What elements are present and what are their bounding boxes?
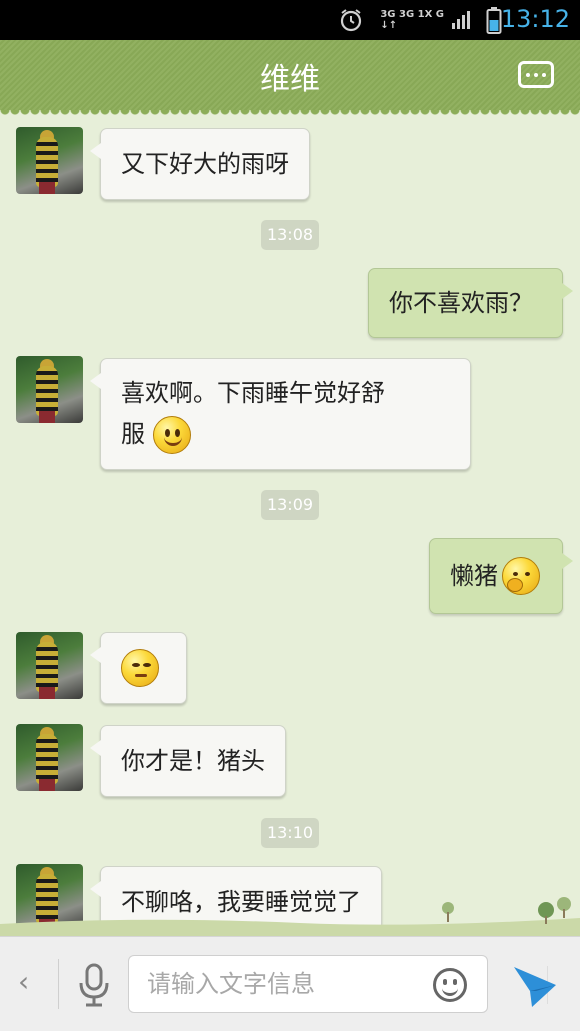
input-bar: ‹ bbox=[0, 936, 580, 1031]
clock: 13:12 bbox=[500, 5, 570, 33]
chat-header: 维维 bbox=[0, 40, 580, 116]
timestamp: 13:09 bbox=[261, 490, 319, 520]
yawn-emoji-icon bbox=[502, 557, 540, 595]
signal-strength-icon bbox=[452, 11, 470, 29]
smirk-emoji-icon bbox=[121, 649, 159, 687]
message-bubble-outgoing[interactable]: 你不喜欢雨？ bbox=[368, 268, 573, 338]
contact-avatar[interactable] bbox=[16, 356, 83, 423]
background-landscape bbox=[0, 897, 580, 936]
contact-avatar[interactable] bbox=[16, 127, 83, 194]
chevron-left-icon[interactable]: ‹ bbox=[18, 965, 29, 998]
battery-icon bbox=[486, 7, 502, 34]
status-icons: 3G 3G 1X G ↓↑ bbox=[338, 6, 502, 34]
smiley-icon[interactable] bbox=[433, 968, 467, 1002]
message-bubble-incoming[interactable]: 喜欢啊。下雨睡午觉好舒 服 bbox=[90, 358, 471, 470]
message-bubble-outgoing[interactable]: 懒猪 bbox=[429, 538, 573, 614]
message-bubble-incoming[interactable]: 你才是！猪头 bbox=[90, 725, 286, 797]
divider bbox=[58, 959, 59, 1009]
contact-name: 维维 bbox=[260, 62, 320, 97]
message-text: 你不喜欢雨？ bbox=[389, 288, 533, 317]
message-text-line1: 喜欢啊。下雨睡午觉好舒 bbox=[121, 379, 385, 408]
message-text: 懒猪 bbox=[450, 561, 498, 590]
network-type-indicator: 3G 3G 1X G ↓↑ bbox=[380, 9, 444, 31]
more-dots-icon[interactable] bbox=[518, 61, 554, 88]
message-bubble-incoming[interactable] bbox=[90, 632, 187, 704]
contact-avatar[interactable] bbox=[16, 632, 83, 699]
smile-emoji-icon bbox=[152, 416, 191, 454]
send-plane-icon[interactable] bbox=[510, 961, 560, 1011]
message-input-container bbox=[128, 955, 548, 1013]
message-text: 又下好大的雨呀 bbox=[121, 149, 289, 178]
message-list[interactable]: 又下好大的雨呀 13:08 你不喜欢雨？ 喜欢啊。下雨睡午觉好舒 服 13:09… bbox=[0, 110, 580, 936]
message-text: 你才是！猪头 bbox=[121, 746, 265, 775]
message-bubble-incoming[interactable]: 又下好大的雨呀 bbox=[90, 128, 310, 200]
microphone-icon[interactable] bbox=[76, 961, 112, 1009]
message-input[interactable] bbox=[147, 956, 417, 1012]
status-bar: 3G 3G 1X G ↓↑ 13:12 bbox=[0, 0, 580, 40]
message-text-line2: 服 bbox=[121, 414, 191, 455]
timestamp: 13:08 bbox=[261, 220, 319, 250]
contact-avatar[interactable] bbox=[16, 724, 83, 791]
alarm-icon bbox=[341, 9, 362, 32]
timestamp: 13:10 bbox=[261, 818, 319, 848]
